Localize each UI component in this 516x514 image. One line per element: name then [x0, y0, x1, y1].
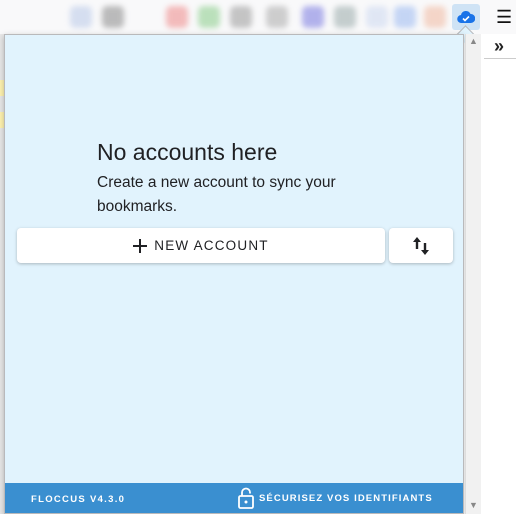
new-account-button[interactable]: NEW ACCOUNT	[17, 228, 385, 263]
version-label: FLOCCUS V4.3.0	[31, 494, 126, 505]
new-account-label: NEW ACCOUNT	[154, 238, 269, 253]
empty-state-description: Create a new account to sync your bookma…	[97, 174, 336, 215]
import-export-arrows-icon	[413, 236, 429, 255]
unlock-icon	[238, 487, 254, 509]
browser-toolbar: ☰	[0, 0, 516, 35]
floccus-popup: No accounts here Create a new account to…	[4, 34, 464, 514]
scroll-up-arrow-icon[interactable]: ▲	[468, 36, 479, 48]
blurred-extension-icons	[70, 6, 450, 28]
cloud-check-icon	[457, 10, 475, 24]
scroll-down-arrow-icon[interactable]: ▼	[468, 500, 479, 512]
popup-footer: FLOCCUS V4.3.0 SÉCURISEZ VOS IDENTIFIANT…	[5, 483, 463, 513]
secure-credentials-label: SÉCURISEZ VOS IDENTIFIANTS	[259, 492, 433, 504]
popup-scrollbar[interactable]: ▲ ▼	[465, 34, 481, 514]
plus-icon	[133, 238, 148, 253]
bookmarks-bar-divider	[484, 58, 516, 59]
chevrons-right-icon[interactable]: »	[494, 36, 516, 56]
hamburger-menu-icon[interactable]: ☰	[496, 6, 516, 28]
import-export-button[interactable]	[389, 228, 453, 263]
empty-state-title: No accounts here	[97, 139, 278, 165]
secure-credentials-link[interactable]: SÉCURISEZ VOS IDENTIFIANTS	[237, 487, 433, 509]
